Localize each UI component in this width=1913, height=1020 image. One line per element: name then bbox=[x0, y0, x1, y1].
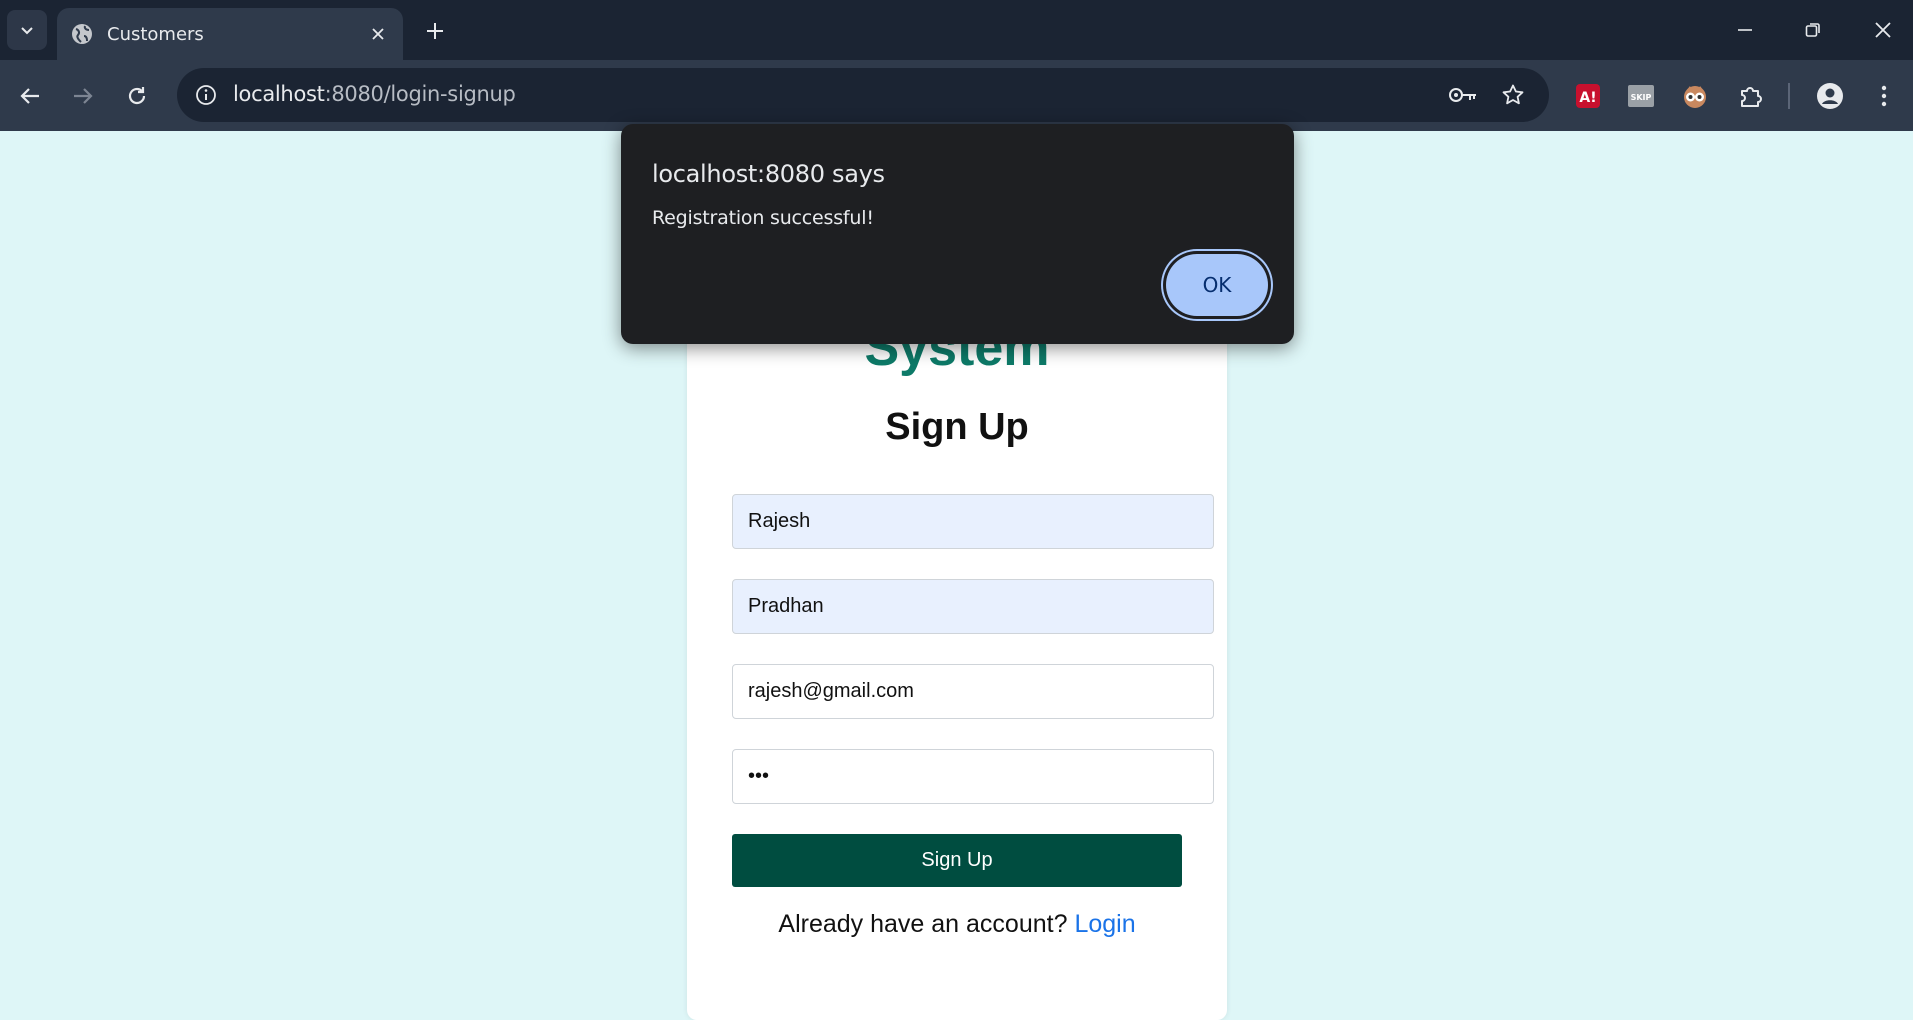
reload-button[interactable] bbox=[117, 76, 157, 116]
url-text: localhost:8080/login-signup bbox=[233, 82, 516, 106]
plus-icon bbox=[427, 23, 443, 39]
password-input[interactable]: ••• bbox=[732, 749, 1214, 804]
globe-icon bbox=[71, 23, 93, 45]
adblock-icon[interactable]: A! bbox=[1570, 78, 1606, 114]
sign-up-button[interactable]: Sign Up bbox=[732, 834, 1182, 887]
minimize-button[interactable] bbox=[1722, 10, 1768, 50]
reload-icon bbox=[128, 87, 146, 105]
arrow-left-icon bbox=[20, 88, 39, 104]
close-icon bbox=[1875, 22, 1891, 38]
signup-card: System Sign Up Rajesh Pradhan rajesh@gma… bbox=[687, 300, 1227, 1020]
close-tab-icon[interactable] bbox=[367, 23, 389, 45]
toolbar-divider bbox=[1788, 83, 1790, 109]
svg-text:SKIP: SKIP bbox=[1631, 93, 1652, 102]
address-bar[interactable]: localhost:8080/login-signup bbox=[177, 68, 1549, 122]
tab-search-button[interactable] bbox=[7, 10, 47, 50]
skip-icon[interactable]: SKIP bbox=[1623, 78, 1659, 114]
kebab-menu-icon[interactable] bbox=[1866, 78, 1902, 114]
alert-dialog: localhost:8080 says Registration success… bbox=[621, 124, 1294, 344]
tab-bar: Customers bbox=[0, 0, 1913, 60]
chevron-down-icon bbox=[21, 27, 33, 35]
last-name-input[interactable]: Pradhan bbox=[732, 579, 1214, 634]
restore-button[interactable] bbox=[1790, 10, 1836, 50]
browser-toolbar: localhost:8080/login-signup A! SKIP bbox=[0, 60, 1913, 131]
puzzle-icon[interactable] bbox=[1733, 78, 1769, 114]
ok-button[interactable]: OK bbox=[1166, 254, 1268, 316]
bookmark-star-icon[interactable] bbox=[1497, 80, 1529, 110]
owl-icon[interactable] bbox=[1677, 78, 1713, 114]
back-button[interactable] bbox=[10, 76, 50, 116]
dialog-title: localhost:8080 says bbox=[652, 160, 885, 188]
close-window-button[interactable] bbox=[1860, 10, 1906, 50]
minimize-icon bbox=[1738, 29, 1752, 31]
login-prompt-text: Already have an account? bbox=[778, 910, 1068, 938]
tab-title: Customers bbox=[107, 23, 204, 45]
login-prompt: Already have an account? Login bbox=[687, 910, 1227, 939]
new-tab-button[interactable] bbox=[418, 14, 452, 48]
password-key-icon[interactable] bbox=[1447, 80, 1479, 110]
profile-avatar-icon[interactable] bbox=[1812, 78, 1848, 114]
form-title: Sign Up bbox=[885, 406, 1029, 448]
restore-icon bbox=[1805, 23, 1820, 37]
login-link[interactable]: Login bbox=[1074, 910, 1135, 938]
forward-button[interactable] bbox=[63, 76, 103, 116]
dialog-message: Registration successful! bbox=[652, 207, 874, 229]
email-input[interactable]: rajesh@gmail.com bbox=[732, 664, 1214, 719]
site-info-icon[interactable] bbox=[191, 80, 221, 110]
arrow-right-icon bbox=[74, 88, 93, 104]
first-name-input[interactable]: Rajesh bbox=[732, 494, 1214, 549]
svg-text:A!: A! bbox=[1579, 90, 1596, 106]
tab-customers[interactable]: Customers bbox=[57, 8, 403, 60]
